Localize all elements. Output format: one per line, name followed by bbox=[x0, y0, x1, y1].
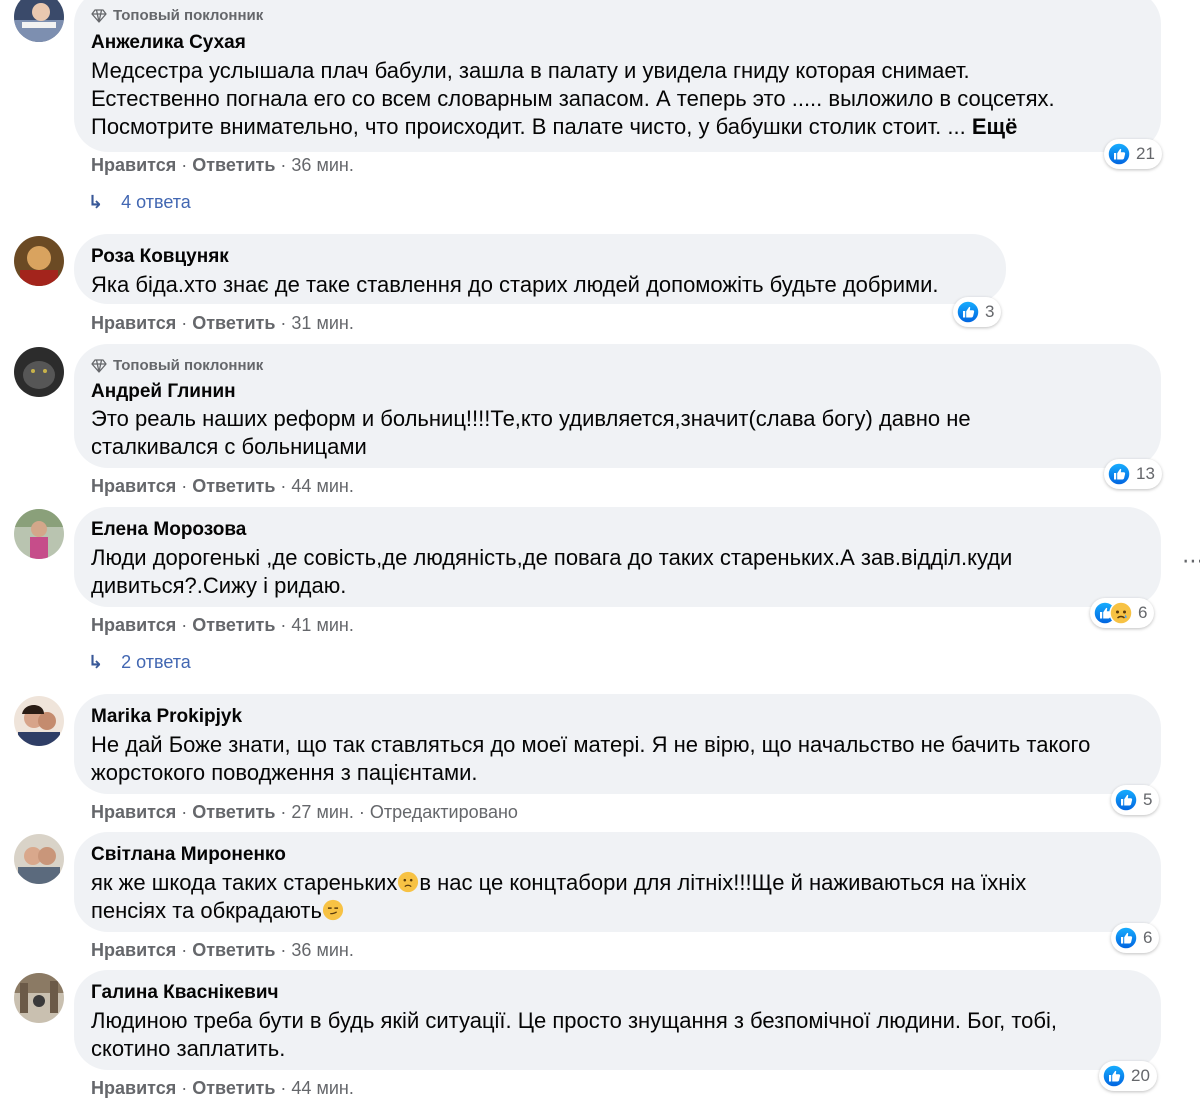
comment-actions: Нравится · Ответить · 44 мин. bbox=[91, 476, 354, 497]
comment-actions: Нравится · Ответить · 27 мин. · Отредакт… bbox=[91, 802, 518, 823]
like-button[interactable]: Нравится bbox=[91, 476, 176, 497]
reply-button[interactable]: Ответить bbox=[192, 940, 275, 961]
comment-bubble: Marika Prokipjyk Не дай Боже знати, що т… bbox=[74, 694, 1161, 794]
reply-button[interactable]: Ответить bbox=[192, 155, 275, 176]
comment-time[interactable]: 41 мин. bbox=[291, 615, 353, 636]
comment-author[interactable]: Елена Морозова bbox=[91, 519, 246, 541]
reaction-count[interactable]: 3 bbox=[953, 297, 1002, 327]
comment-text: Не дай Боже знати, що так ставляться до … bbox=[91, 732, 1091, 785]
comment-actions: Нравится · Ответить · 44 мин. bbox=[91, 1078, 354, 1099]
see-more-link[interactable]: Ещё bbox=[972, 114, 1017, 139]
comment-actions: Нравится · Ответить · 36 мин. bbox=[91, 940, 354, 961]
comment-bubble: Топовый поклонник Андрей Глинин Это реал… bbox=[74, 344, 1161, 468]
like-icon bbox=[1107, 462, 1131, 486]
reply-button[interactable]: Ответить bbox=[192, 615, 275, 636]
comment-bubble: Елена Морозова Люди дорогенькі ,де совіс… bbox=[74, 507, 1161, 607]
like-button[interactable]: Нравится bbox=[91, 940, 176, 961]
diamond-icon bbox=[91, 8, 107, 24]
comment-time[interactable]: 27 мин. bbox=[291, 802, 353, 823]
like-button[interactable]: Нравится bbox=[91, 1078, 176, 1099]
like-button[interactable]: Нравится bbox=[91, 802, 176, 823]
comment-time[interactable]: 44 мин. bbox=[291, 476, 353, 497]
avatar[interactable] bbox=[14, 973, 64, 1023]
comment-actions: Нравится · Ответить · 41 мин. bbox=[91, 615, 354, 636]
reply-arrow-icon: ↳ bbox=[88, 192, 104, 212]
comment-text: Люди дорогенькі ,де совість,де людяність… bbox=[91, 545, 1013, 598]
avatar[interactable] bbox=[14, 696, 64, 746]
more-options-icon[interactable]: ⋯ bbox=[1182, 548, 1200, 574]
comment-bubble: Топовый поклонник Анжелика Сухая Медсест… bbox=[74, 0, 1161, 152]
avatar[interactable] bbox=[14, 834, 64, 884]
comment-text: Это реаль наших реформ и больниц!!!!Те,к… bbox=[91, 406, 971, 459]
comment-time[interactable]: 31 мин. bbox=[291, 313, 353, 334]
reaction-count[interactable]: 6 bbox=[1090, 598, 1155, 628]
comment-actions: Нравится · Ответить · 36 мин. bbox=[91, 155, 354, 176]
avatar[interactable] bbox=[14, 236, 64, 286]
comment-text: Яка біда.хто знає де таке ставлення до с… bbox=[91, 272, 939, 297]
reply-button[interactable]: Ответить bbox=[192, 476, 275, 497]
avatar[interactable] bbox=[14, 0, 64, 42]
reaction-count[interactable]: 5 bbox=[1111, 785, 1160, 815]
like-button[interactable]: Нравится bbox=[91, 155, 176, 176]
like-icon bbox=[1102, 1064, 1126, 1088]
top-fan-badge: Топовый поклонник bbox=[91, 7, 263, 24]
smirk-emoji bbox=[322, 899, 344, 921]
comment-actions: Нравится · Ответить · 31 мин. bbox=[91, 313, 354, 334]
comment-text: як же шкода таких стареньких bbox=[91, 870, 398, 895]
comment-bubble: Світлана Мироненко як же шкода таких ста… bbox=[74, 832, 1161, 932]
like-button[interactable]: Нравится bbox=[91, 615, 176, 636]
view-replies-link[interactable]: ↳ 4 ответа bbox=[88, 192, 191, 213]
comment-text: пенсіях та обкрадають bbox=[91, 898, 322, 923]
like-button[interactable]: Нравится bbox=[91, 313, 176, 334]
comment-author[interactable]: Marika Prokipjyk bbox=[91, 706, 242, 728]
avatar[interactable] bbox=[14, 509, 64, 559]
comment-text: Людиною треба бути в будь якій ситуації.… bbox=[91, 1008, 1058, 1061]
like-icon bbox=[1107, 142, 1131, 166]
reply-button[interactable]: Ответить bbox=[192, 1078, 275, 1099]
comment-author[interactable]: Андрей Глинин bbox=[91, 381, 236, 403]
comment-bubble: Галина Кваснікевич Людиною треба бути в … bbox=[74, 970, 1161, 1070]
reaction-count[interactable]: 6 bbox=[1111, 923, 1160, 953]
reply-button[interactable]: Ответить bbox=[192, 802, 275, 823]
edited-label: Отредактировано bbox=[369, 802, 518, 822]
like-icon bbox=[1114, 926, 1138, 950]
top-fan-badge: Топовый поклонник bbox=[91, 357, 263, 374]
comment-author[interactable]: Роза Ковцуняк bbox=[91, 246, 229, 268]
like-icon bbox=[956, 300, 980, 324]
comment-author[interactable]: Галина Кваснікевич bbox=[91, 982, 279, 1004]
comment-bubble: Роза Ковцуняк Яка біда.хто знає де таке … bbox=[74, 234, 1006, 304]
diamond-icon bbox=[91, 358, 107, 374]
comment-time[interactable]: 36 мин. bbox=[291, 940, 353, 961]
comment-time[interactable]: 36 мин. bbox=[291, 155, 353, 176]
reaction-count[interactable]: 13 bbox=[1104, 459, 1162, 489]
comment-author[interactable]: Світлана Мироненко bbox=[91, 844, 286, 866]
reaction-count[interactable]: 20 bbox=[1099, 1061, 1157, 1091]
sad-face-emoji bbox=[397, 871, 419, 893]
comment-time[interactable]: 44 мин. bbox=[291, 1078, 353, 1099]
sad-icon bbox=[1109, 601, 1133, 625]
comment-text: в нас це концтабори для літніх!!!Ще й на… bbox=[419, 870, 1027, 895]
reaction-count[interactable]: 21 bbox=[1104, 139, 1162, 169]
view-replies-link[interactable]: ↳ 2 ответа bbox=[88, 652, 191, 673]
comment-author[interactable]: Анжелика Сухая bbox=[91, 32, 246, 54]
reply-button[interactable]: Ответить bbox=[192, 313, 275, 334]
comment-text: Медсестра услышала плач бабули, зашла в … bbox=[91, 58, 1055, 139]
avatar[interactable] bbox=[14, 347, 64, 397]
like-icon bbox=[1114, 788, 1138, 812]
reply-arrow-icon: ↳ bbox=[88, 652, 104, 672]
